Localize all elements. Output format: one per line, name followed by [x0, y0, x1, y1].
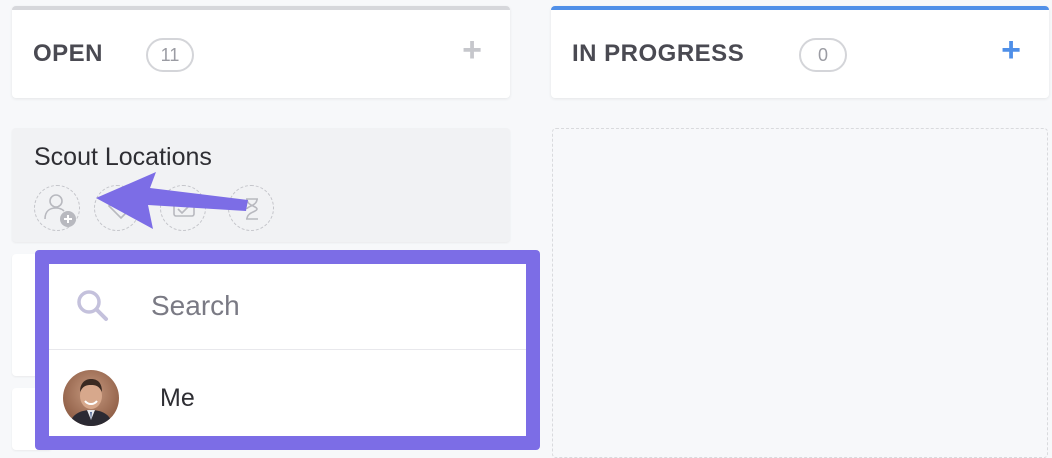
add-task-button-open[interactable]: +: [458, 33, 486, 67]
task-count-badge-in-progress: 0: [799, 38, 847, 72]
add-assignee-icon[interactable]: [34, 185, 80, 231]
task-count-badge-open: 11: [146, 38, 194, 72]
column-title-in-progress: IN PROGRESS: [572, 40, 745, 67]
search-icon: [73, 286, 113, 331]
user-avatar: [63, 370, 119, 426]
search-input[interactable]: [151, 284, 491, 328]
task-title[interactable]: Scout Locations: [34, 143, 212, 172]
tag-icon[interactable]: [94, 185, 140, 231]
assignee-dropdown-highlight: Me: [35, 250, 540, 450]
task-card[interactable]: Scout Locations: [12, 128, 510, 242]
in-progress-dropzone: [552, 128, 1048, 458]
assignee-dropdown: Me: [49, 264, 526, 436]
checklist-icon[interactable]: [160, 185, 206, 231]
timer-icon[interactable]: [228, 185, 274, 231]
column-header-in-progress: IN PROGRESS 0 +: [551, 6, 1049, 98]
column-header-open: OPEN 11 +: [12, 6, 510, 98]
add-task-button-in-progress[interactable]: +: [997, 33, 1025, 67]
search-row: [49, 264, 526, 350]
column-title-open: OPEN: [33, 40, 104, 67]
user-name: Me: [160, 384, 195, 412]
user-option-me[interactable]: Me: [49, 350, 526, 436]
